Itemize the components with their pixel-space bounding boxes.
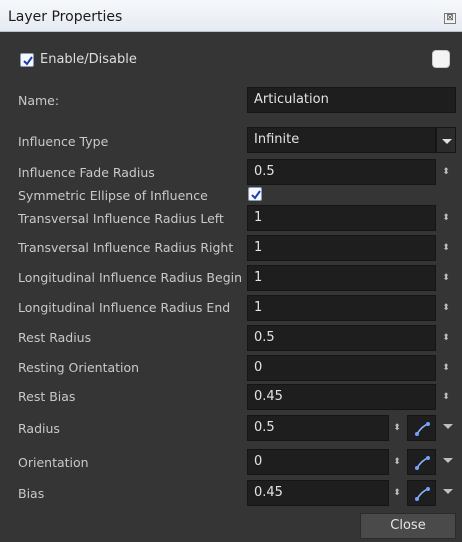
bias-input[interactable]: 0.45 — [247, 480, 389, 506]
influence-fade-radius-input[interactable]: 0.5 — [247, 159, 436, 185]
spinner-icon[interactable]: ⬍ — [442, 159, 450, 185]
influence-type-select[interactable]: Infinite — [247, 127, 436, 153]
function-curve-button[interactable] — [407, 415, 436, 441]
trans-left-label: Transversal Influence Radius Left — [18, 211, 224, 226]
spinner-icon[interactable]: ⬍ — [393, 449, 401, 475]
spinner-icon[interactable]: ⬍ — [442, 205, 450, 231]
name-input[interactable]: Articulation — [247, 87, 456, 113]
radius-label: Radius — [18, 421, 60, 436]
resting-orientation-input[interactable]: 0 — [247, 355, 436, 381]
orientation-input[interactable]: 0 — [247, 449, 389, 475]
spinner-icon[interactable]: ⬍ — [393, 415, 401, 441]
orientation-label: Orientation — [18, 455, 89, 470]
function-menu-arrow-icon[interactable] — [442, 415, 454, 441]
function-menu-arrow-icon[interactable] — [442, 449, 454, 475]
spinner-icon[interactable]: ⬍ — [442, 325, 450, 351]
window-title: Layer Properties — [8, 9, 123, 25]
radius-input[interactable]: 0.5 — [247, 415, 389, 441]
enable-checkbox[interactable] — [20, 53, 34, 67]
trans-right-input[interactable]: 1 — [247, 235, 436, 261]
function-menu-arrow-icon[interactable] — [442, 480, 454, 506]
title-bar: Layer Properties ⊠ — [0, 0, 462, 32]
symmetric-ellipse-label: Symmetric Ellipse of Influence — [18, 188, 208, 203]
symmetric-ellipse-checkbox[interactable] — [248, 187, 262, 201]
spinner-icon[interactable]: ⬍ — [442, 235, 450, 261]
dropdown-arrow-icon[interactable] — [436, 127, 456, 153]
rest-bias-input[interactable]: 0.45 — [247, 384, 436, 410]
long-end-label: Longitudinal Influence Radius End — [18, 300, 231, 315]
close-button[interactable]: Close — [360, 513, 456, 539]
rest-bias-label: Rest Bias — [18, 389, 76, 404]
function-curve-icon — [415, 456, 430, 470]
close-window-icon[interactable]: ⊠ — [444, 13, 456, 24]
name-label: Name: — [18, 93, 60, 108]
resting-orientation-label: Resting Orientation — [18, 360, 140, 375]
layer-color-swatch[interactable] — [432, 50, 450, 68]
rest-radius-label: Rest Radius — [18, 330, 92, 345]
spinner-icon[interactable]: ⬍ — [442, 384, 450, 410]
influence-fade-radius-label: Influence Fade Radius — [18, 165, 155, 180]
function-curve-icon — [415, 422, 430, 436]
long-begin-label: Longitudinal Influence Radius Begin — [18, 270, 243, 285]
spinner-icon[interactable]: ⬍ — [393, 480, 401, 506]
enable-label: Enable/Disable — [40, 52, 137, 67]
checkmark-icon — [251, 190, 261, 200]
long-begin-input[interactable]: 1 — [247, 265, 436, 291]
spinner-icon[interactable]: ⬍ — [442, 265, 450, 291]
checkmark-icon — [23, 56, 33, 66]
bias-label: Bias — [18, 486, 45, 501]
function-curve-button[interactable] — [407, 480, 436, 506]
influence-type-label: Influence Type — [18, 134, 109, 149]
rest-radius-input[interactable]: 0.5 — [247, 325, 436, 351]
trans-right-label: Transversal Influence Radius Right — [18, 240, 234, 255]
function-curve-icon — [415, 487, 430, 501]
spinner-icon[interactable]: ⬍ — [442, 355, 450, 381]
long-end-input[interactable]: 1 — [247, 295, 436, 321]
trans-left-input[interactable]: 1 — [247, 205, 436, 231]
spinner-icon[interactable]: ⬍ — [442, 295, 450, 321]
function-curve-button[interactable] — [407, 449, 436, 475]
